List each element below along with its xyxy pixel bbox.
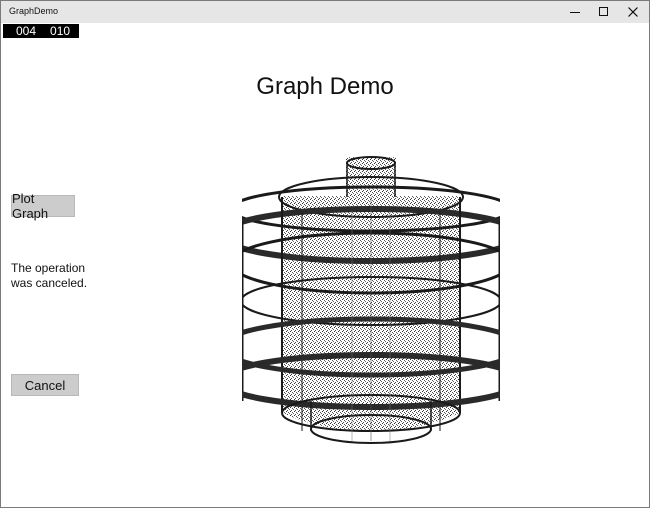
page-title: Graph Demo (256, 73, 394, 100)
maximize-button[interactable] (588, 1, 620, 23)
close-icon (628, 7, 638, 17)
counter-left: 004 (16, 24, 37, 38)
graph-canvas (242, 156, 500, 444)
minimize-icon (570, 12, 580, 13)
app-window: GraphDemo 004 010 Graph Demo Plot Graph … (0, 0, 650, 508)
close-button[interactable] (617, 1, 649, 23)
window-title: GraphDemo (9, 6, 59, 16)
minimize-button[interactable] (559, 1, 591, 23)
status-line-1: The operation (11, 261, 86, 275)
frame-counter: 004 010 (3, 24, 79, 38)
status-text: The operation was canceled. (11, 261, 101, 291)
status-line-2: was canceled. (11, 276, 88, 290)
counter-right: 010 (50, 24, 71, 38)
maximize-icon (599, 7, 608, 16)
plot-graph-button[interactable]: Plot Graph (11, 191, 75, 221)
title-bar[interactable]: GraphDemo (1, 1, 649, 23)
cancel-button[interactable]: Cancel (11, 374, 79, 396)
